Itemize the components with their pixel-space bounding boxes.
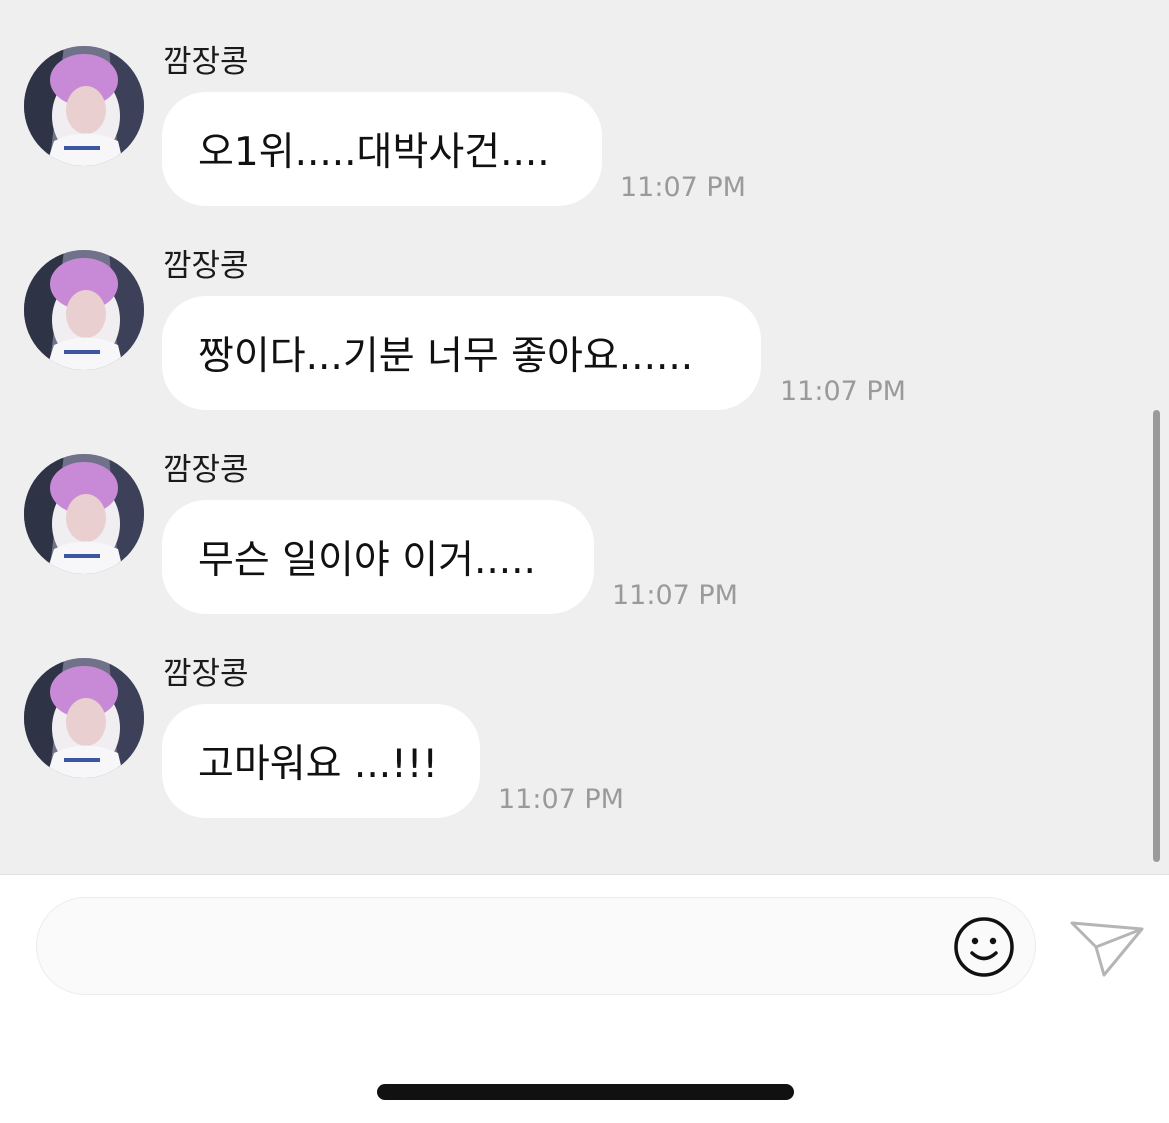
composer-divider <box>0 874 1169 875</box>
message-text: 짱이다...기분 너무 좋아요...... <box>198 334 694 379</box>
message-text: 무슨 일이야 이거..... <box>198 538 536 583</box>
avatar[interactable] <box>24 454 144 574</box>
sender-name: 깜장콩 <box>163 44 249 80</box>
message-text: 오1위.....대박사건.... <box>198 130 550 175</box>
avatar[interactable] <box>24 250 144 370</box>
avatar-image <box>24 658 144 778</box>
message-row: 깜장콩 무슨 일이야 이거..... 11:07 PM <box>0 408 1140 614</box>
message-timestamp: 11:07 PM <box>620 172 746 203</box>
message-bubble[interactable]: 짱이다...기분 너무 좋아요...... <box>162 296 761 410</box>
message-bubble[interactable]: 무슨 일이야 이거..... <box>162 500 594 614</box>
message-row: 깜장콩 짱이다...기분 너무 좋아요...... 11:07 PM <box>0 204 1140 410</box>
paper-plane-icon[interactable] <box>1068 915 1146 979</box>
avatar[interactable] <box>24 658 144 778</box>
message-timestamp: 11:07 PM <box>498 784 624 815</box>
message-timestamp: 11:07 PM <box>780 376 906 407</box>
message-row: 깜장콩 오1위.....대박사건.... 11:07 PM <box>0 0 1140 206</box>
smiley-icon[interactable] <box>953 916 1015 978</box>
avatar-image <box>24 454 144 574</box>
avatar-image <box>24 250 144 370</box>
sender-name: 깜장콩 <box>163 248 249 284</box>
scrollbar[interactable] <box>1153 410 1160 862</box>
avatar-image <box>24 46 144 166</box>
message-bubble[interactable]: 오1위.....대박사건.... <box>162 92 602 206</box>
chat-area[interactable]: 깜장콩 오1위.....대박사건.... 11:07 PM 깜장콩 짱이다...… <box>0 0 1169 874</box>
sender-name: 깜장콩 <box>163 656 249 692</box>
message-timestamp: 11:07 PM <box>612 580 738 611</box>
message-input[interactable] <box>67 918 951 976</box>
avatar[interactable] <box>24 46 144 166</box>
message-bubble[interactable]: 고마워요 ...!!! <box>162 704 480 818</box>
home-indicator <box>377 1084 794 1100</box>
sender-name: 깜장콩 <box>163 452 249 488</box>
message-input-container[interactable] <box>36 897 1036 995</box>
message-text: 고마워요 ...!!! <box>198 742 439 787</box>
message-row: 깜장콩 고마워요 ...!!! 11:07 PM <box>0 612 1140 818</box>
